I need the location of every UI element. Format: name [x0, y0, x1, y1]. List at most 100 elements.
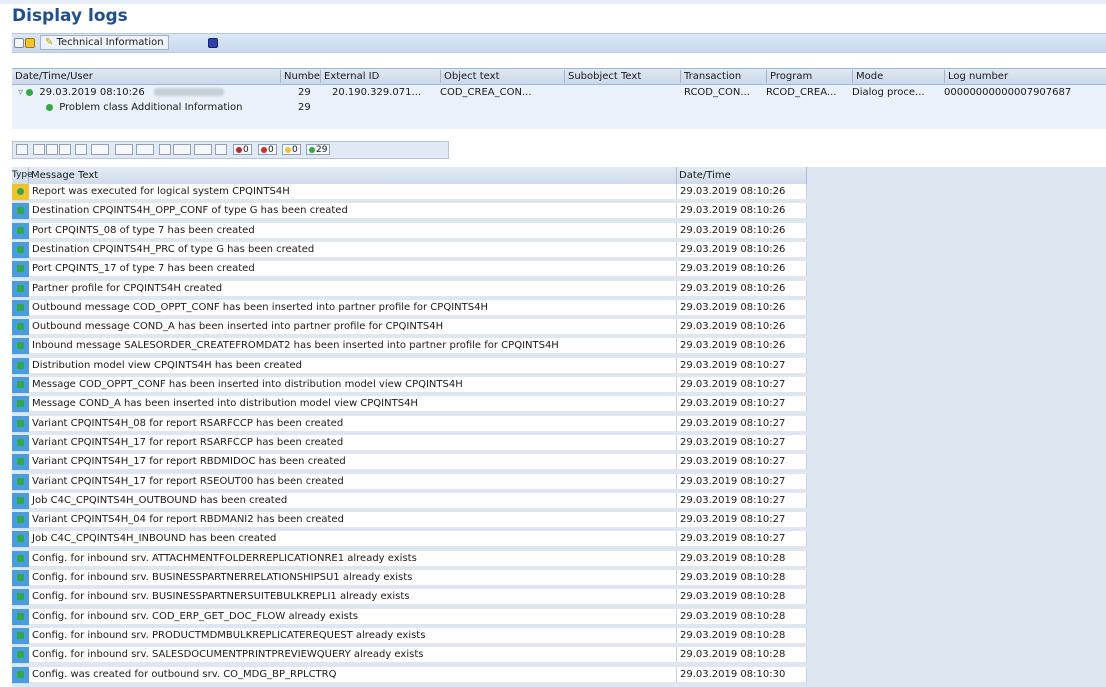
column-number[interactable]: Numbe [280, 70, 320, 83]
column-date-time[interactable]: Date/Time [677, 167, 807, 184]
table-row[interactable]: Message COD_OPPT_CONF has been inserted … [12, 377, 807, 394]
table-row[interactable]: Job C4C_CPQINTS4H_INBOUND has been creat… [12, 531, 807, 549]
success-count-button[interactable]: 29 [306, 144, 331, 155]
log-icon[interactable] [25, 37, 35, 48]
sort-icon[interactable] [75, 144, 87, 155]
filter-menu-icon[interactable] [91, 144, 109, 155]
message-datetime: 29.03.2019 08:10:27 [677, 473, 807, 490]
log-header-subrow[interactable]: Problem class Additional Information 29 [12, 101, 1106, 115]
message-datetime: 29.03.2019 08:10:28 [677, 589, 807, 606]
collapse-icon[interactable] [16, 144, 28, 155]
sum-icon[interactable] [115, 144, 133, 155]
print-icon[interactable] [33, 144, 45, 155]
column-transaction[interactable]: Transaction [680, 70, 766, 83]
message-type-cell [12, 666, 29, 684]
table-row[interactable]: Variant CPQINTS4H_08 for report RSARFCCP… [12, 415, 807, 433]
details-icon[interactable] [159, 144, 171, 155]
success-status-icon [17, 496, 24, 504]
table-row[interactable]: Message COND_A has been inserted into di… [12, 396, 807, 414]
column-external-id[interactable]: External ID [320, 70, 440, 83]
column-mode[interactable]: Mode [852, 70, 944, 83]
error-count-button[interactable]: 0 [258, 144, 277, 155]
warning-count-button[interactable]: 0 [282, 144, 301, 155]
table-row[interactable]: Variant CPQINTS4H_04 for report RBDMANI2… [12, 512, 807, 530]
log-number-count: 29 [298, 87, 311, 98]
message-type-cell [12, 570, 29, 587]
message-text: Outbound message COD_OPPT_CONF has been … [29, 299, 677, 316]
table-row[interactable]: Outbound message COND_A has been inserte… [12, 319, 807, 337]
message-text: Config. for inbound srv. ATTACHMENTFOLDE… [29, 550, 677, 567]
filter-icon[interactable] [46, 144, 58, 155]
technical-information-button[interactable]: ✎ Technical Information [40, 35, 169, 50]
message-text: Variant CPQINTS4H_17 for report RBDMIDOC… [29, 454, 677, 471]
message-text: Config. for inbound srv. PRODUCTMDMBULKR… [29, 627, 677, 644]
message-datetime: 29.03.2019 08:10:27 [677, 396, 807, 413]
success-status-icon [17, 419, 24, 427]
log-program: RCOD_CREA... [766, 87, 837, 98]
message-datetime: 29.03.2019 08:10:28 [677, 608, 807, 625]
column-log-number[interactable]: Log number [944, 70, 1106, 83]
message-text: Config. for inbound srv. BUSINESSPARTNER… [29, 570, 677, 586]
message-text: Variant CPQINTS4H_17 for report RSEOUT00… [29, 473, 677, 490]
log-mode: Dialog proce... [852, 87, 925, 98]
table-row[interactable]: Outbound message COD_OPPT_CONF has been … [12, 299, 807, 317]
table-row[interactable]: Destination CPQINTS4H_OPP_CONF of type G… [12, 203, 807, 221]
success-status-icon [17, 612, 24, 620]
technical-info-icon: ✎ [45, 37, 54, 48]
help-icon[interactable] [208, 37, 218, 48]
table-row[interactable]: Config. for inbound srv. PRODUCTMDMBULKR… [12, 627, 807, 645]
table-row[interactable]: Config. for inbound srv. COD_ERP_GET_DOC… [12, 608, 807, 626]
table-row[interactable]: Distribution model view CPQINTS4H has be… [12, 357, 807, 375]
table-row[interactable]: Job C4C_CPQINTS4H_OUTBOUND has been crea… [12, 492, 807, 510]
message-text: Distribution model view CPQINTS4H has be… [29, 357, 677, 374]
success-status-icon [17, 670, 24, 678]
refresh-icon[interactable] [14, 37, 24, 48]
expand-icon[interactable]: ▿ [18, 87, 23, 98]
table-row[interactable]: Config. for inbound srv. ATTACHMENTFOLDE… [12, 550, 807, 568]
column-program[interactable]: Program [766, 70, 852, 83]
success-status-icon [17, 574, 24, 581]
table-row[interactable]: Config. for inbound srv. BUSINESSPARTNER… [12, 589, 807, 607]
message-datetime: 29.03.2019 08:10:26 [677, 184, 807, 200]
column-date-time-user[interactable]: Date/Time/User [12, 70, 280, 83]
message-datetime: 29.03.2019 08:10:26 [677, 222, 807, 239]
success-status-icon [17, 535, 24, 543]
error-stop-count-button[interactable]: 0 [233, 144, 252, 155]
message-datetime: 29.03.2019 08:10:27 [677, 377, 807, 393]
success-status-icon [17, 516, 24, 524]
column-subobject-text[interactable]: Subobject Text [564, 70, 680, 83]
success-status-icon [17, 400, 24, 408]
table-row[interactable]: Variant CPQINTS4H_17 for report RSARFCCP… [12, 434, 807, 452]
log-header-row[interactable]: ▿ 29.03.2019 08:10:26 29 20.190.329.071.… [12, 86, 1106, 100]
message-text: Destination CPQINTS4H_PRC of type G has … [29, 241, 677, 258]
table-row[interactable]: Report was executed for logical system C… [12, 184, 807, 201]
message-datetime: 29.03.2019 08:10:26 [677, 241, 807, 258]
table-row[interactable]: Config. for inbound srv. BUSINESSPARTNER… [12, 570, 807, 587]
layout-icon[interactable] [59, 144, 71, 155]
table-row[interactable]: Variant CPQINTS4H_17 for report RBDMIDOC… [12, 454, 807, 472]
export-icon[interactable] [173, 144, 191, 155]
table-row[interactable]: Config. was created for outbound srv. CO… [12, 666, 807, 684]
subtotal-icon[interactable] [136, 144, 154, 155]
success-status-icon [17, 323, 24, 331]
table-row[interactable]: Port CPQINTS_17 of type 7 has been creat… [12, 261, 807, 279]
graphic-icon[interactable] [215, 144, 227, 155]
table-row[interactable]: Inbound message SALESORDER_CREATEFROMDAT… [12, 338, 807, 356]
table-row[interactable]: Destination CPQINTS4H_PRC of type G has … [12, 241, 807, 259]
table-row[interactable]: Variant CPQINTS4H_17 for report RSEOUT00… [12, 473, 807, 491]
message-grid-header: Type Message Text Date/Time [12, 167, 807, 185]
message-text: Config. was created for outbound srv. CO… [29, 666, 677, 683]
table-row[interactable]: Partner profile for CPQINTS4H created 29.… [12, 280, 807, 298]
column-message-text[interactable]: Message Text [29, 167, 677, 184]
success-status-icon [17, 651, 24, 659]
message-grid: Type Message Text Date/Time Report was e… [12, 167, 1106, 687]
column-object-text[interactable]: Object text [440, 70, 564, 83]
message-text: Message COD_OPPT_CONF has been inserted … [29, 377, 677, 393]
success-status-icon [17, 207, 24, 215]
table-row[interactable]: Config. for inbound srv. SALESDOCUMENTPR… [12, 647, 807, 665]
column-type[interactable]: Type [12, 167, 33, 184]
table-row[interactable]: Port CPQINTS_08 of type 7 has been creat… [12, 222, 807, 240]
change-layout-icon[interactable] [194, 144, 212, 155]
log-datetime: 29.03.2019 08:10:26 [39, 87, 145, 98]
success-status-icon [26, 88, 34, 96]
